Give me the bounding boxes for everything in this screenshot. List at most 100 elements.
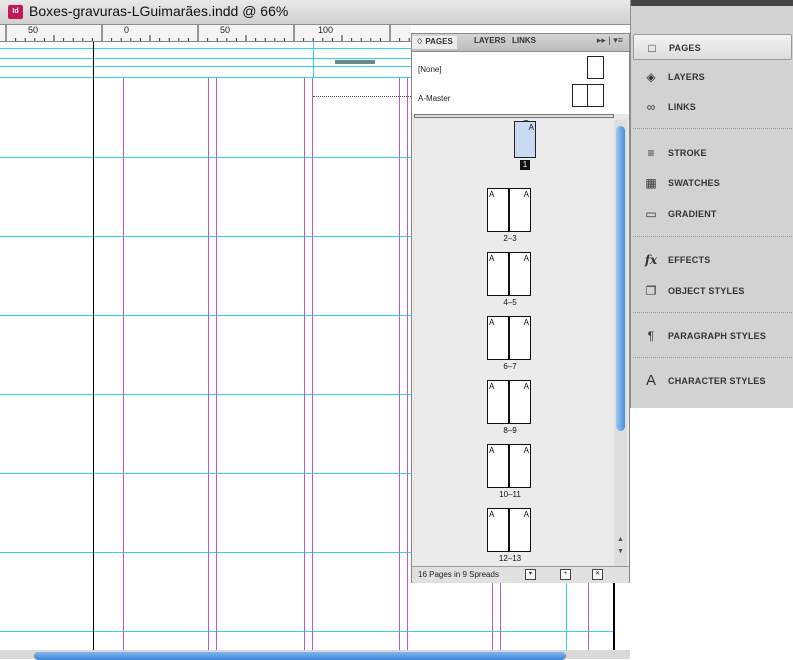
dock-separator (633, 236, 792, 237)
dock-item-paragraph-styles[interactable]: ¶ PARAGRAPH STYLES (633, 323, 792, 349)
spread-label: 6–7 (503, 362, 517, 371)
column-guide (208, 78, 209, 652)
dock-item-swatches[interactable]: ▦ SWATCHES (633, 170, 792, 196)
spread-label: 2–3 (503, 234, 517, 243)
pages-scroll-thumb[interactable] (616, 126, 625, 431)
indesign-document-icon: Id (8, 5, 23, 19)
master-letter: A (489, 382, 495, 391)
spread-thumbnail[interactable]: A A (487, 380, 533, 424)
spread-label: 12–13 (498, 554, 522, 563)
spread-label: 4–5 (503, 298, 517, 307)
spread-thumbnail[interactable]: A A (487, 444, 533, 488)
delete-page-icon[interactable]: ✕ (592, 569, 603, 580)
panel-menu-icon[interactable]: ▸▸ | ▾≡ (597, 35, 623, 46)
master-letter: A (489, 254, 495, 263)
dock-separator (633, 357, 792, 358)
edit-page-size-icon[interactable]: ▾ (525, 569, 536, 580)
dock-separator (633, 312, 792, 313)
dock-item-label: LAYERS (668, 72, 705, 82)
ruler-guide (566, 582, 567, 652)
ruler-ticks (5, 25, 410, 41)
scroll-down-icon[interactable]: ▼ (617, 548, 624, 555)
dock-item-label: PAGES (669, 43, 701, 53)
page-number-label: 1 (520, 160, 530, 170)
pages-icon: □ (648, 41, 656, 55)
dock-item-gradient[interactable]: ▭ GRADIENT (633, 201, 792, 227)
pages-panel: ♢ PAGES LAYERS LINKS ▸▸ | ▾≡ [None] A-Ma… (411, 33, 630, 583)
swatches-icon: ▦ (645, 176, 657, 190)
masters-section: [None] A-Master (412, 52, 629, 114)
page-count-status: 16 Pages in 9 Spreads (418, 570, 499, 579)
master-letter: A (489, 446, 495, 455)
dock-item-label: LINKS (668, 102, 696, 112)
effects-icon: fx (644, 253, 658, 267)
pages-vertical-scrollbar[interactable]: ▲ ▼ (614, 120, 627, 566)
dock-item-label: STROKE (668, 148, 707, 158)
column-guide (304, 78, 305, 652)
dock-item-effects[interactable]: fx EFFECTS (633, 247, 792, 273)
master-none-thumbnail[interactable] (587, 56, 604, 79)
paragraph-styles-icon: ¶ (647, 329, 655, 343)
master-letter: A (489, 190, 495, 199)
dock-item-label: GRADIENT (668, 209, 717, 219)
character-styles-icon: A (645, 372, 656, 389)
spread-thumbnail[interactable]: A A (487, 316, 533, 360)
document-title: Boxes-gravuras-LGuimarães.indd @ 66% (29, 3, 289, 19)
dock-item-links[interactable]: ∞ LINKS (633, 94, 792, 120)
master-letter: A (528, 123, 534, 132)
spread-thumbnail[interactable]: A A (487, 188, 533, 232)
pages-panel-footer: 16 Pages in 9 Spreads ▾ + ✕ (412, 566, 629, 583)
tab-layers[interactable]: LAYERS (474, 36, 506, 45)
page-thumbnail-1[interactable]: A (514, 121, 536, 158)
page-list[interactable]: ▼ A 1 A A 2–3 A A 4–5 A A 6–7 A A 8–9 A … (412, 120, 613, 566)
dock-item-layers[interactable]: ◈ LAYERS (633, 64, 792, 90)
column-guide (407, 78, 408, 652)
horizontal-ruler[interactable]: 50 0 50 100 (0, 25, 411, 42)
master-letter: A (489, 510, 495, 519)
dock-strip: □ PAGES ◈ LAYERS ∞ LINKS ≡ STROKE ▦ SWAT… (630, 0, 793, 408)
dock-item-label: PARAGRAPH STYLES (668, 331, 767, 341)
object-styles-icon: ❐ (645, 284, 657, 298)
master-a[interactable]: A-Master (418, 94, 450, 103)
spread-label: 10–11 (499, 490, 521, 499)
panel-dock: □ PAGES ◈ LAYERS ∞ LINKS ≡ STROKE ▦ SWAT… (630, 0, 793, 659)
dock-item-pages[interactable]: □ PAGES (633, 34, 792, 60)
dock-header[interactable] (631, 0, 793, 6)
scroll-up-icon[interactable]: ▲ (617, 536, 624, 543)
master-letter: A (523, 510, 529, 519)
dotted-frame-edge (313, 96, 411, 97)
dock-separator (633, 128, 792, 129)
master-none[interactable]: [None] (418, 65, 442, 74)
master-letter: A (523, 382, 529, 391)
page-left-edge (93, 42, 94, 652)
dock-item-label: OBJECT STYLES (668, 286, 745, 296)
master-letter: A (523, 318, 529, 327)
layers-icon: ◈ (646, 70, 656, 84)
column-guide (123, 78, 124, 652)
spread-label: 8–9 (503, 426, 517, 435)
spread-thumbnail[interactable]: A A (487, 508, 533, 552)
column-guide (399, 78, 400, 652)
panel-tab-bar: ♢ PAGES LAYERS LINKS ▸▸ | ▾≡ (412, 34, 629, 52)
dock-item-character-styles[interactable]: A CHARACTER STYLES (633, 368, 792, 394)
spread-thumbnail[interactable]: A A (487, 252, 533, 296)
tab-links[interactable]: LINKS (512, 36, 536, 45)
frame-marker (335, 60, 375, 64)
dock-item-stroke[interactable]: ≡ STROKE (633, 140, 792, 166)
document-tab[interactable]: Id Boxes-gravuras-LGuimarães.indd @ 66% (0, 0, 630, 25)
column-guide (216, 78, 217, 652)
dock-item-object-styles[interactable]: ❐ OBJECT STYLES (633, 278, 792, 304)
gradient-icon: ▭ (645, 207, 657, 221)
ruler-guide (313, 42, 314, 78)
panel-divider-handle[interactable] (414, 114, 614, 118)
links-icon: ∞ (646, 100, 656, 114)
dock-item-label: EFFECTS (668, 255, 711, 265)
master-letter: A (489, 318, 495, 327)
tab-pages[interactable]: ♢ PAGES (412, 36, 457, 49)
dock-item-label: CHARACTER STYLES (668, 376, 766, 386)
new-page-icon[interactable]: + (560, 569, 571, 580)
master-a-right-thumbnail[interactable] (587, 84, 604, 107)
column-guide (312, 78, 313, 652)
stroke-icon: ≡ (647, 146, 655, 160)
master-letter: A (523, 190, 529, 199)
